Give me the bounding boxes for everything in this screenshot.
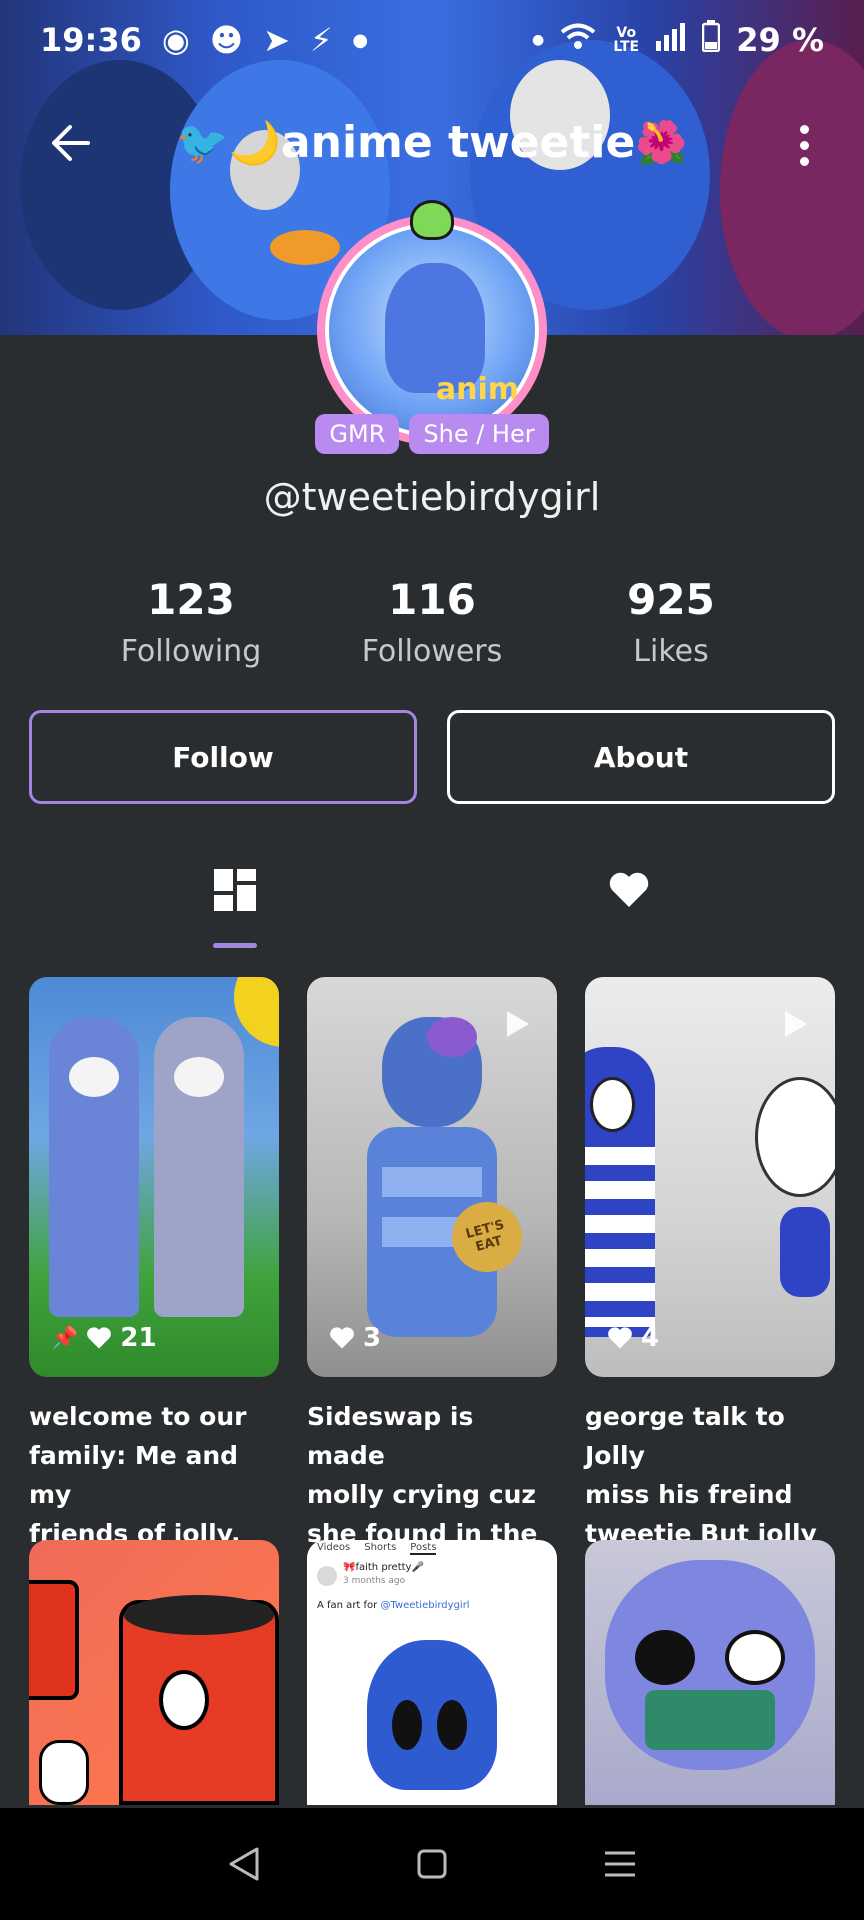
bolt-icon: ⚡ [309, 21, 333, 59]
badge-pronouns: She / Her [409, 414, 549, 454]
top-bar: 🐦🌙anime tweetie🌺 [0, 105, 864, 185]
heart-icon [608, 1327, 632, 1349]
thumb-tab-label: Shorts [364, 1542, 397, 1553]
chat-icon: ☻ [209, 21, 244, 59]
grid-icon [214, 869, 256, 911]
battery-icon [702, 20, 721, 60]
tab-liked[interactable] [599, 860, 659, 920]
stat-value: 925 [627, 575, 715, 624]
post-likes: 4 [607, 1323, 659, 1353]
more-vert-dot [799, 156, 809, 166]
triangle-back-icon [229, 1847, 259, 1881]
caption-line: Sideswap is made [307, 1402, 474, 1470]
post-card[interactable]: Videos Shorts Posts 🎀faith pretty🎤 3 mon… [307, 1540, 557, 1805]
stat-following[interactable]: 123 Following [81, 575, 301, 669]
dot-icon: ● [532, 32, 545, 48]
stat-value: 116 [388, 575, 476, 624]
stat-followers[interactable]: 116 Followers [322, 575, 542, 669]
status-bar: 19:36 ◉ ☻ ➤ ⚡ ● ● Vo LTE 29 % [0, 0, 864, 80]
frog-badge-icon [410, 200, 454, 240]
more-options-button[interactable] [784, 115, 824, 175]
avatar[interactable]: anim [317, 215, 547, 445]
play-icon [785, 1011, 807, 1037]
post-thumbnail[interactable]: 4 [585, 977, 835, 1377]
likes-count: 4 [641, 1323, 660, 1353]
more-vert-icon [799, 124, 809, 134]
status-time: 19:36 [40, 21, 142, 59]
profile-badges: GMR She / Her [0, 414, 864, 454]
thumb-time: 3 months ago [343, 1576, 406, 1586]
post-thumbnail[interactable]: LET'S EAT 3 [307, 977, 557, 1377]
thumb-text: A fan art for @Tweetiebirdygirl [317, 1600, 470, 1611]
stat-likes: 925 Likes [561, 575, 781, 669]
post-thumbnail[interactable] [29, 1540, 279, 1805]
battery-percent: 29 % [736, 21, 824, 59]
notification-icons: ◉ ☻ ➤ ⚡ ● [162, 21, 368, 59]
thumb-tabs: Videos Shorts Posts [317, 1542, 437, 1555]
play-icon [507, 1011, 529, 1037]
heart-icon [330, 1327, 354, 1349]
telegram-icon: ➤ [263, 21, 290, 59]
pin-icon: 📌 [51, 1325, 79, 1351]
content-tabs [0, 860, 864, 950]
caption-line: welcome to our [29, 1402, 247, 1431]
caption-line: molly crying cuz [307, 1480, 536, 1509]
volte-label: Vo LTE [613, 25, 640, 55]
username: @tweetiebirdygirl [263, 475, 601, 519]
post-thumbnail[interactable]: Videos Shorts Posts 🎀faith pretty🎤 3 mon… [307, 1540, 557, 1805]
post-card[interactable]: 📌 21 welcome to our family: Me and my fr… [29, 977, 279, 1592]
signal-icon [656, 21, 686, 59]
nav-back-button[interactable] [214, 1834, 274, 1894]
heart-icon [87, 1327, 112, 1349]
dot-icon: ● [352, 29, 369, 51]
stat-value: 123 [147, 575, 235, 624]
system-nav-bar [0, 1808, 864, 1920]
post-card[interactable]: LET'S EAT 3 Sideswap is made molly cryin… [307, 977, 557, 1592]
stat-label: Followers [361, 634, 503, 669]
post-card[interactable] [585, 1540, 835, 1805]
wifi-icon [560, 21, 596, 59]
caption-line: miss his freind [585, 1480, 793, 1509]
thumb-tab-label: Videos [317, 1542, 351, 1553]
menu-lines-icon [605, 1851, 635, 1877]
title-text: anime tweetie [280, 117, 636, 168]
thumb-mention: @Tweetiebirdygirl [380, 1600, 470, 1611]
active-tab-indicator [213, 943, 257, 948]
nav-home-button[interactable] [402, 1834, 462, 1894]
post-thumbnail[interactable]: 📌 21 [29, 977, 279, 1377]
tab-posts[interactable] [205, 860, 265, 920]
post-thumbnail[interactable] [585, 1540, 835, 1805]
title-emoji-prefix: 🐦🌙 [176, 118, 281, 167]
avatar-tag: anim [435, 372, 519, 407]
badge-gmr: GMR [315, 414, 400, 454]
caption-line: george talk to Jolly [585, 1402, 785, 1470]
stat-label: Likes [633, 634, 709, 669]
title-emoji-suffix: 🌺 [635, 118, 688, 167]
record-icon: ◉ [161, 21, 190, 59]
status-right: ● Vo LTE 29 % [532, 20, 824, 60]
page-title: 🐦🌙anime tweetie🌺 [0, 117, 864, 168]
likes-count: 21 [120, 1323, 157, 1353]
about-button[interactable]: About [447, 710, 835, 804]
post-card[interactable] [29, 1540, 279, 1805]
more-vert-dot [799, 140, 809, 150]
thumb-tab-label: Posts [410, 1542, 437, 1555]
nav-recents-button[interactable] [590, 1834, 650, 1894]
caption-line: family: Me and my [29, 1441, 239, 1509]
thumb-avatar [317, 1566, 337, 1586]
thumb-text-prefix: A fan art for [317, 1600, 381, 1611]
likes-count: 3 [363, 1323, 382, 1353]
follow-button[interactable]: Follow [29, 710, 417, 804]
post-card[interactable]: 4 george talk to Jolly miss his freind t… [585, 977, 835, 1592]
thumb-user: 🎀faith pretty🎤 [343, 1562, 424, 1573]
square-home-icon [417, 1849, 447, 1879]
stat-label: Following [120, 634, 262, 669]
heart-icon [609, 872, 649, 907]
post-likes: 3 [329, 1323, 381, 1353]
post-likes: 📌 21 [51, 1323, 157, 1353]
